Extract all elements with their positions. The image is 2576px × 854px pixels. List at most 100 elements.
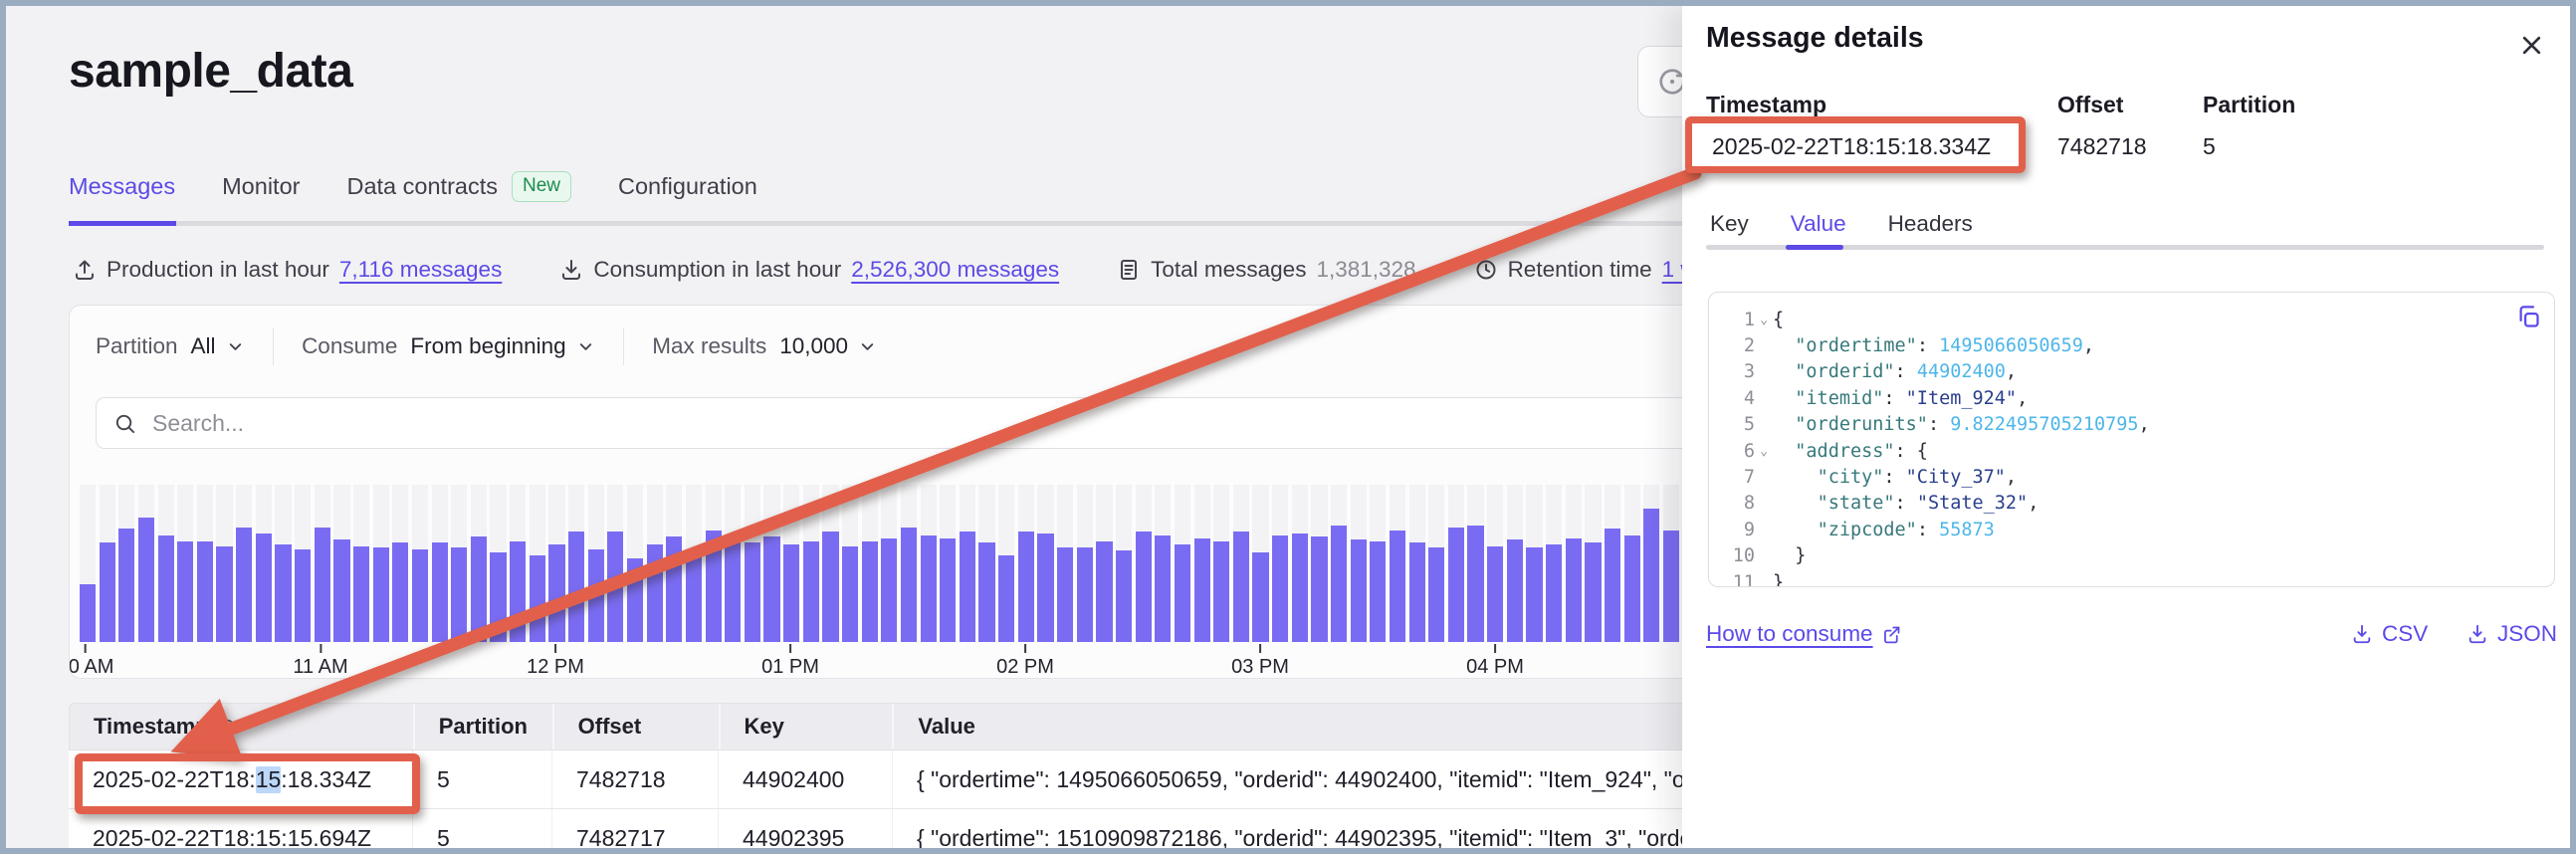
close-icon[interactable] (2518, 32, 2545, 59)
histogram-bar[interactable] (1292, 534, 1308, 642)
histogram-bar[interactable] (1409, 542, 1425, 642)
histogram-bar[interactable] (118, 529, 134, 642)
stat-value-link[interactable]: 7,116 messages (339, 257, 502, 283)
histogram-bar[interactable] (1213, 541, 1229, 642)
copy-icon[interactable] (2515, 304, 2542, 330)
histogram-bar[interactable] (1194, 538, 1210, 642)
fold-caret-icon[interactable]: ⌄ (1755, 444, 1773, 459)
histogram-bar[interactable] (725, 536, 741, 642)
histogram-bar[interactable] (881, 538, 897, 642)
histogram-bar[interactable] (940, 538, 956, 642)
histogram-bar[interactable] (1155, 535, 1171, 642)
fold-caret-icon[interactable]: ⌄ (1755, 313, 1773, 327)
histogram-bar[interactable] (1311, 536, 1327, 642)
histogram-bar[interactable] (842, 546, 858, 642)
histogram-bar[interactable] (1663, 531, 1679, 642)
histogram-bar[interactable] (1566, 538, 1582, 642)
tab-messages[interactable]: Messages (69, 173, 175, 200)
histogram-bar[interactable] (80, 584, 96, 642)
histogram-bar[interactable] (1116, 550, 1132, 642)
histogram-bar[interactable] (392, 542, 408, 642)
histogram-bar[interactable] (666, 536, 682, 642)
histogram-bar[interactable] (236, 528, 252, 642)
histogram-bar[interactable] (1037, 534, 1053, 642)
histogram-bar[interactable] (373, 547, 389, 642)
filter-partition[interactable]: PartitionAll (96, 333, 245, 359)
column-header-timestamp[interactable]: Timestamp (70, 704, 413, 749)
histogram-bar[interactable] (432, 542, 448, 642)
tab-configuration[interactable]: Configuration (618, 173, 757, 200)
histogram-bar[interactable] (1507, 539, 1523, 642)
download-json-button[interactable]: JSON (2467, 621, 2557, 647)
filter-consume[interactable]: ConsumeFrom beginning (302, 333, 595, 359)
histogram-bar[interactable] (607, 532, 623, 642)
histogram-bar[interactable] (275, 544, 291, 642)
histogram-bar[interactable] (256, 534, 272, 642)
histogram-bar[interactable] (921, 535, 937, 642)
filter-max-results[interactable]: Max results10,000 (652, 333, 877, 359)
histogram-bar[interactable] (1370, 541, 1386, 642)
histogram-bar[interactable] (295, 549, 311, 642)
histogram-bar[interactable] (1624, 535, 1640, 642)
histogram-bar[interactable] (1487, 546, 1503, 642)
histogram-bar[interactable] (1526, 547, 1542, 642)
how-to-consume-link[interactable]: How to consume (1706, 621, 1902, 647)
histogram-bar[interactable] (1467, 526, 1483, 642)
histogram-bar[interactable] (197, 541, 213, 642)
payload-tab-headers[interactable]: Headers (1888, 211, 1973, 237)
histogram-bar[interactable] (510, 541, 526, 642)
column-header-offset[interactable]: Offset (552, 704, 719, 749)
histogram-bar[interactable] (1018, 532, 1034, 642)
histogram-bar[interactable] (803, 541, 819, 642)
histogram-bar[interactable] (177, 541, 193, 642)
tab-data-contracts[interactable]: Data contractsNew (346, 171, 571, 202)
histogram-bar[interactable] (1605, 529, 1620, 642)
column-header-partition[interactable]: Partition (413, 704, 552, 749)
histogram-bar[interactable] (998, 555, 1014, 642)
histogram-bar[interactable] (783, 544, 799, 642)
histogram-bar[interactable] (1546, 544, 1562, 642)
histogram-bar[interactable] (1390, 531, 1405, 642)
histogram-bar[interactable] (333, 539, 349, 642)
histogram-bar[interactable] (1136, 532, 1152, 642)
histogram-bar[interactable] (1175, 544, 1190, 642)
histogram-bar[interactable] (763, 536, 779, 642)
histogram-bar[interactable] (1233, 532, 1249, 642)
histogram-bar[interactable] (745, 542, 760, 642)
histogram-bar[interactable] (216, 546, 232, 642)
histogram-bar[interactable] (822, 532, 838, 642)
download-csv-button[interactable]: CSV (2351, 621, 2428, 647)
histogram-bar[interactable] (412, 549, 428, 642)
histogram-bar[interactable] (1331, 526, 1347, 642)
histogram-bar[interactable] (647, 544, 663, 642)
histogram-bar[interactable] (588, 549, 604, 642)
histogram-bar[interactable] (706, 531, 722, 642)
histogram-bar[interactable] (901, 528, 917, 642)
histogram-bar[interactable] (451, 547, 467, 642)
histogram-bar[interactable] (530, 555, 545, 642)
histogram-bar[interactable] (1272, 535, 1288, 642)
histogram-bar[interactable] (1096, 541, 1112, 642)
histogram-bar[interactable] (1643, 509, 1659, 642)
histogram-bar[interactable] (1351, 539, 1367, 642)
histogram-bar[interactable] (960, 532, 975, 642)
histogram-bar[interactable] (315, 528, 330, 642)
histogram-bar[interactable] (1057, 547, 1073, 642)
histogram-bar[interactable] (862, 541, 878, 642)
histogram-bar[interactable] (471, 536, 487, 642)
stat-value-link[interactable]: 2,526,300 messages (851, 257, 1059, 283)
histogram-bar[interactable] (568, 532, 584, 642)
histogram-bar[interactable] (686, 549, 702, 642)
payload-tab-value[interactable]: Value (1791, 211, 1846, 237)
histogram-bar[interactable] (353, 546, 369, 642)
histogram-bar[interactable] (1428, 547, 1444, 642)
histogram-bar[interactable] (978, 542, 994, 642)
histogram-bar[interactable] (100, 542, 115, 642)
histogram-bar[interactable] (158, 535, 174, 642)
tab-monitor[interactable]: Monitor (222, 173, 300, 200)
histogram-bar[interactable] (548, 544, 564, 642)
payload-tab-key[interactable]: Key (1710, 211, 1749, 237)
histogram-bar[interactable] (1252, 552, 1268, 642)
histogram-bar[interactable] (1585, 542, 1601, 642)
histogram-bar[interactable] (1448, 528, 1464, 642)
